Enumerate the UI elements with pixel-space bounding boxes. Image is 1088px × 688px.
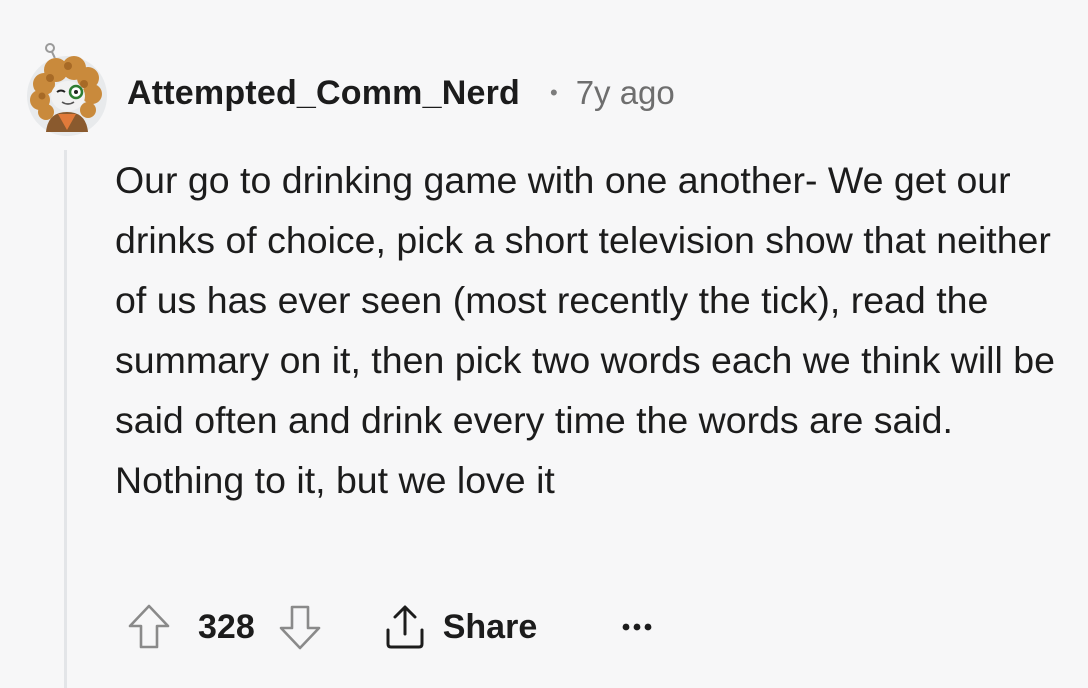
comment-actions: 328 Share — [126, 600, 657, 654]
arrow-down-icon — [279, 605, 321, 650]
author-username[interactable]: Attempted_Comm_Nerd — [127, 74, 520, 113]
upvote-button[interactable] — [126, 602, 172, 652]
meta-separator: • — [549, 80, 558, 105]
share-label: Share — [442, 607, 538, 646]
more-options-icon — [622, 623, 652, 631]
share-icon — [381, 602, 429, 652]
share-button[interactable]: Share — [381, 602, 538, 652]
thread-line[interactable] — [64, 150, 67, 688]
comment-header: Attempted_Comm_Nerd • 7y ago — [127, 70, 675, 116]
comment-text: Our go to drinking game with one another… — [115, 159, 1055, 501]
more-options-button[interactable] — [617, 612, 657, 642]
comment-age[interactable]: 7y ago — [576, 74, 675, 112]
downvote-button[interactable] — [277, 602, 323, 652]
arrow-up-icon — [128, 604, 170, 649]
comment-body: Our go to drinking game with one another… — [115, 150, 1065, 510]
avatar[interactable] — [24, 40, 110, 136]
avatar-image — [27, 43, 107, 136]
vote-score: 328 — [198, 607, 255, 646]
